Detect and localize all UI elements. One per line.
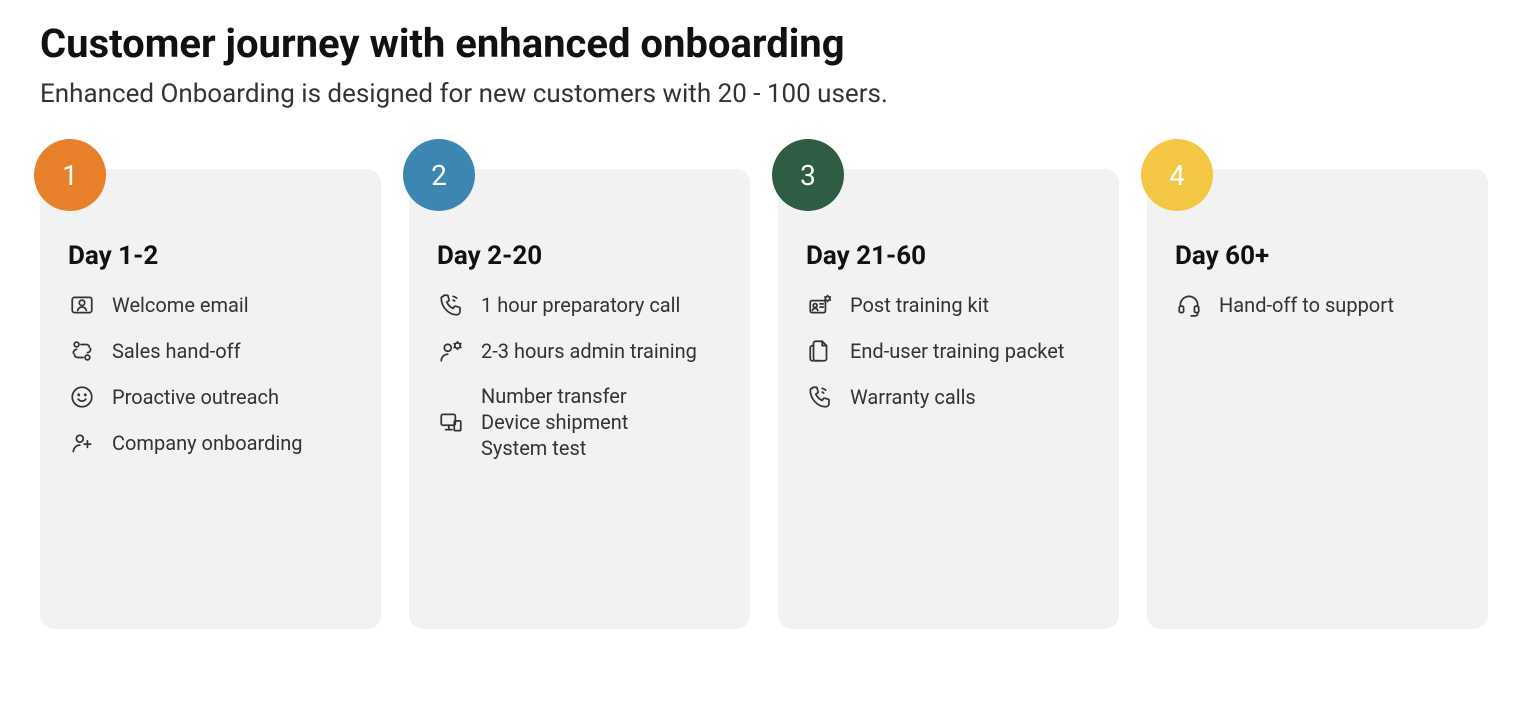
- stage-body: Day 1-2 Welcome email Sales hand-off Proact…: [40, 169, 381, 629]
- stage-heading: Day 21-60: [806, 241, 1091, 271]
- kit-icon: [806, 291, 834, 319]
- page-title: Customer journey with enhanced onboardin…: [40, 20, 1488, 67]
- stage-item: 2-3 hours admin training: [437, 337, 722, 365]
- handoff-icon: [68, 337, 96, 365]
- document-icon: [806, 337, 834, 365]
- id-card-icon: [68, 291, 96, 319]
- stage-card: 1Day 1-2Welcome emailSales hand-offProac…: [40, 169, 381, 629]
- stage-item: Number transferDevice shipmentSystem tes…: [437, 383, 722, 461]
- stage-heading: Day 1-2: [68, 241, 353, 271]
- stage-item-label: Number transferDevice shipmentSystem tes…: [481, 383, 722, 461]
- stage-item-label: Post training kit: [850, 292, 1091, 318]
- stage-item-label: 1 hour preparatory call: [481, 292, 722, 318]
- headset-icon: [1175, 291, 1203, 319]
- stage-number-badge: 3: [772, 139, 844, 211]
- stage-item-label: Sales hand-off: [112, 338, 353, 364]
- stage-number-badge: 2: [403, 139, 475, 211]
- journey-stages: 1Day 1-2Welcome emailSales hand-offProac…: [40, 169, 1488, 629]
- stage-heading: Day 2-20: [437, 241, 722, 271]
- stage-item: Hand-off to support: [1175, 291, 1460, 319]
- phone-icon: [806, 383, 834, 411]
- stage-body: Day 60+ Hand-off to support: [1147, 169, 1488, 629]
- stage-item: Sales hand-off: [68, 337, 353, 365]
- stage-number-badge: 4: [1141, 139, 1213, 211]
- stage-card: 3Day 21-60Post training kitEnd-user trai…: [778, 169, 1119, 629]
- stage-heading: Day 60+: [1175, 241, 1460, 271]
- stage-item-label: Welcome email: [112, 292, 353, 318]
- page-subtitle: Enhanced Onboarding is designed for new …: [40, 79, 1488, 109]
- stage-item-label: End-user training packet: [850, 338, 1091, 364]
- stage-item: 1 hour preparatory call: [437, 291, 722, 319]
- stage-card: 4Day 60+Hand-off to support: [1147, 169, 1488, 629]
- stage-number-badge: 1: [34, 139, 106, 211]
- user-gear-icon: [437, 337, 465, 365]
- stage-item-label: Proactive outreach: [112, 384, 353, 410]
- user-plus-icon: [68, 429, 96, 457]
- stage-item: Proactive outreach: [68, 383, 353, 411]
- stage-item-label: Warranty calls: [850, 384, 1091, 410]
- stage-item-label: 2-3 hours admin training: [481, 338, 722, 364]
- stage-item: Post training kit: [806, 291, 1091, 319]
- stage-item: End-user training packet: [806, 337, 1091, 365]
- stage-body: Day 21-60 Post training kit End-user train…: [778, 169, 1119, 629]
- stage-item: Welcome email: [68, 291, 353, 319]
- phone-icon: [437, 291, 465, 319]
- stage-item-label: Hand-off to support: [1219, 292, 1460, 318]
- stage-item-label: Company onboarding: [112, 430, 353, 456]
- devices-icon: [437, 408, 465, 436]
- stage-item: Warranty calls: [806, 383, 1091, 411]
- stage-card: 2Day 2-201 hour preparatory call2-3 hour…: [409, 169, 750, 629]
- smile-icon: [68, 383, 96, 411]
- stage-item: Company onboarding: [68, 429, 353, 457]
- stage-body: Day 2-20 1 hour preparatory call 2-3 hours…: [409, 169, 750, 629]
